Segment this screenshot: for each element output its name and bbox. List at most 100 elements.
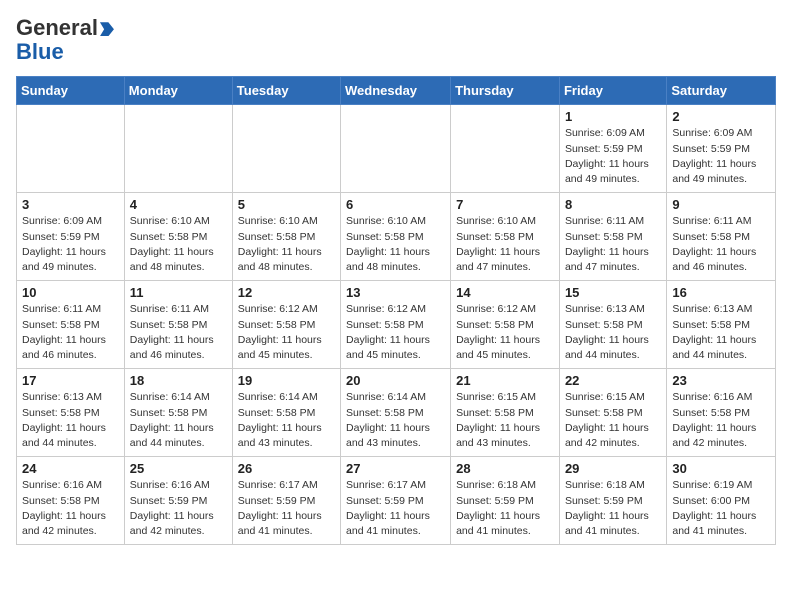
day-info: Sunrise: 6:15 AM Sunset: 5:58 PM Dayligh… xyxy=(456,390,554,451)
calendar-cell: 23 Sunrise: 6:16 AM Sunset: 5:58 PM Dayli… xyxy=(667,369,776,457)
day-info: Sunrise: 6:18 AM Sunset: 5:59 PM Dayligh… xyxy=(565,478,661,539)
day-number: 15 xyxy=(565,285,661,300)
calendar-cell xyxy=(451,105,560,193)
day-number: 8 xyxy=(565,197,661,212)
day-info: Sunrise: 6:11 AM Sunset: 5:58 PM Dayligh… xyxy=(565,214,661,275)
day-info: Sunrise: 6:19 AM Sunset: 6:00 PM Dayligh… xyxy=(672,478,770,539)
calendar-cell: 27 Sunrise: 6:17 AM Sunset: 5:59 PM Dayli… xyxy=(341,457,451,545)
calendar-cell: 25 Sunrise: 6:16 AM Sunset: 5:59 PM Dayli… xyxy=(124,457,232,545)
day-number: 21 xyxy=(456,373,554,388)
calendar-cell xyxy=(17,105,125,193)
day-number: 14 xyxy=(456,285,554,300)
calendar-week-row-2: 3 Sunrise: 6:09 AM Sunset: 5:59 PM Daylig… xyxy=(17,193,776,281)
day-number: 5 xyxy=(238,197,335,212)
day-info: Sunrise: 6:09 AM Sunset: 5:59 PM Dayligh… xyxy=(22,214,119,275)
day-number: 20 xyxy=(346,373,445,388)
calendar-cell: 30 Sunrise: 6:19 AM Sunset: 6:00 PM Dayli… xyxy=(667,457,776,545)
day-info: Sunrise: 6:17 AM Sunset: 5:59 PM Dayligh… xyxy=(238,478,335,539)
calendar-cell: 29 Sunrise: 6:18 AM Sunset: 5:59 PM Dayli… xyxy=(559,457,666,545)
day-number: 22 xyxy=(565,373,661,388)
day-number: 13 xyxy=(346,285,445,300)
day-info: Sunrise: 6:16 AM Sunset: 5:59 PM Dayligh… xyxy=(130,478,227,539)
calendar-cell: 12 Sunrise: 6:12 AM Sunset: 5:58 PM Dayli… xyxy=(232,281,340,369)
calendar-cell: 19 Sunrise: 6:14 AM Sunset: 5:58 PM Dayli… xyxy=(232,369,340,457)
day-number: 26 xyxy=(238,461,335,476)
calendar-cell: 28Sunrise: 6:18 AM Sunset: 5:59 PM Dayli… xyxy=(451,457,560,545)
calendar-week-row-5: 24Sunrise: 6:16 AM Sunset: 5:58 PM Dayli… xyxy=(17,457,776,545)
day-number: 24 xyxy=(22,461,119,476)
day-info: Sunrise: 6:12 AM Sunset: 5:58 PM Dayligh… xyxy=(346,302,445,363)
calendar-cell: 26 Sunrise: 6:17 AM Sunset: 5:59 PM Dayli… xyxy=(232,457,340,545)
day-info: Sunrise: 6:12 AM Sunset: 5:58 PM Dayligh… xyxy=(456,302,554,363)
calendar-weekday-monday: Monday xyxy=(124,77,232,105)
day-info: Sunrise: 6:14 AM Sunset: 5:58 PM Dayligh… xyxy=(346,390,445,451)
logo-icon xyxy=(100,22,114,36)
day-number: 16 xyxy=(672,285,770,300)
calendar-cell: 8 Sunrise: 6:11 AM Sunset: 5:58 PM Daylig… xyxy=(559,193,666,281)
day-info: Sunrise: 6:09 AM Sunset: 5:59 PM Dayligh… xyxy=(672,126,770,187)
calendar-cell: 15 Sunrise: 6:13 AM Sunset: 5:58 PM Dayli… xyxy=(559,281,666,369)
day-number: 29 xyxy=(565,461,661,476)
day-info: Sunrise: 6:09 AM Sunset: 5:59 PM Dayligh… xyxy=(565,126,661,187)
calendar-cell: 20 Sunrise: 6:14 AM Sunset: 5:58 PM Dayli… xyxy=(341,369,451,457)
day-info: Sunrise: 6:10 AM Sunset: 5:58 PM Dayligh… xyxy=(238,214,335,275)
calendar-weekday-tuesday: Tuesday xyxy=(232,77,340,105)
calendar-week-row-4: 17 Sunrise: 6:13 AM Sunset: 5:58 PM Dayli… xyxy=(17,369,776,457)
calendar-cell: 11 Sunrise: 6:11 AM Sunset: 5:58 PM Dayli… xyxy=(124,281,232,369)
day-info: Sunrise: 6:11 AM Sunset: 5:58 PM Dayligh… xyxy=(130,302,227,363)
calendar-weekday-saturday: Saturday xyxy=(667,77,776,105)
calendar-cell: 21 Sunrise: 6:15 AM Sunset: 5:58 PM Dayli… xyxy=(451,369,560,457)
day-number: 3 xyxy=(22,197,119,212)
calendar-cell: 7 Sunrise: 6:10 AM Sunset: 5:58 PM Daylig… xyxy=(451,193,560,281)
calendar-cell: 17 Sunrise: 6:13 AM Sunset: 5:58 PM Dayli… xyxy=(17,369,125,457)
day-info: Sunrise: 6:14 AM Sunset: 5:58 PM Dayligh… xyxy=(238,390,335,451)
day-info: Sunrise: 6:11 AM Sunset: 5:58 PM Dayligh… xyxy=(672,214,770,275)
calendar-week-row-3: 10 Sunrise: 6:11 AM Sunset: 5:58 PM Dayli… xyxy=(17,281,776,369)
calendar-cell: 1 Sunrise: 6:09 AM Sunset: 5:59 PM Daylig… xyxy=(559,105,666,193)
logo: General Blue xyxy=(16,16,114,64)
day-number: 11 xyxy=(130,285,227,300)
calendar-cell: 16 Sunrise: 6:13 AM Sunset: 5:58 PM Dayli… xyxy=(667,281,776,369)
day-info: Sunrise: 6:14 AM Sunset: 5:58 PM Dayligh… xyxy=(130,390,227,451)
calendar-cell xyxy=(124,105,232,193)
day-info: Sunrise: 6:17 AM Sunset: 5:59 PM Dayligh… xyxy=(346,478,445,539)
calendar-cell: 9Sunrise: 6:11 AM Sunset: 5:58 PM Daylig… xyxy=(667,193,776,281)
day-number: 27 xyxy=(346,461,445,476)
day-info: Sunrise: 6:10 AM Sunset: 5:58 PM Dayligh… xyxy=(456,214,554,275)
calendar-cell: 5 Sunrise: 6:10 AM Sunset: 5:58 PM Daylig… xyxy=(232,193,340,281)
calendar-weekday-wednesday: Wednesday xyxy=(341,77,451,105)
calendar-header-row: SundayMondayTuesdayWednesdayThursdayFrid… xyxy=(17,77,776,105)
calendar-cell: 2 Sunrise: 6:09 AM Sunset: 5:59 PM Daylig… xyxy=(667,105,776,193)
calendar-cell: 3 Sunrise: 6:09 AM Sunset: 5:59 PM Daylig… xyxy=(17,193,125,281)
day-number: 7 xyxy=(456,197,554,212)
calendar-cell xyxy=(232,105,340,193)
day-info: Sunrise: 6:13 AM Sunset: 5:58 PM Dayligh… xyxy=(672,302,770,363)
day-number: 23 xyxy=(672,373,770,388)
day-number: 25 xyxy=(130,461,227,476)
page: General Blue SundayMondayTuesdayWednesda… xyxy=(0,0,792,561)
day-number: 4 xyxy=(130,197,227,212)
day-number: 30 xyxy=(672,461,770,476)
calendar-cell: 22Sunrise: 6:15 AM Sunset: 5:58 PM Dayli… xyxy=(559,369,666,457)
day-number: 12 xyxy=(238,285,335,300)
day-number: 28 xyxy=(456,461,554,476)
day-number: 18 xyxy=(130,373,227,388)
day-info: Sunrise: 6:10 AM Sunset: 5:58 PM Dayligh… xyxy=(130,214,227,275)
logo-blue-text: Blue xyxy=(16,39,64,64)
day-number: 17 xyxy=(22,373,119,388)
calendar-cell: 18 Sunrise: 6:14 AM Sunset: 5:58 PM Dayli… xyxy=(124,369,232,457)
day-info: Sunrise: 6:16 AM Sunset: 5:58 PM Dayligh… xyxy=(672,390,770,451)
day-number: 1 xyxy=(565,109,661,124)
day-info: Sunrise: 6:13 AM Sunset: 5:58 PM Dayligh… xyxy=(565,302,661,363)
day-info: Sunrise: 6:12 AM Sunset: 5:58 PM Dayligh… xyxy=(238,302,335,363)
day-info: Sunrise: 6:10 AM Sunset: 5:58 PM Dayligh… xyxy=(346,214,445,275)
day-number: 2 xyxy=(672,109,770,124)
day-number: 19 xyxy=(238,373,335,388)
day-number: 10 xyxy=(22,285,119,300)
calendar-weekday-thursday: Thursday xyxy=(451,77,560,105)
calendar-cell: 13 Sunrise: 6:12 AM Sunset: 5:58 PM Dayli… xyxy=(341,281,451,369)
calendar-weekday-sunday: Sunday xyxy=(17,77,125,105)
day-info: Sunrise: 6:13 AM Sunset: 5:58 PM Dayligh… xyxy=(22,390,119,451)
calendar-weekday-friday: Friday xyxy=(559,77,666,105)
day-info: Sunrise: 6:11 AM Sunset: 5:58 PM Dayligh… xyxy=(22,302,119,363)
